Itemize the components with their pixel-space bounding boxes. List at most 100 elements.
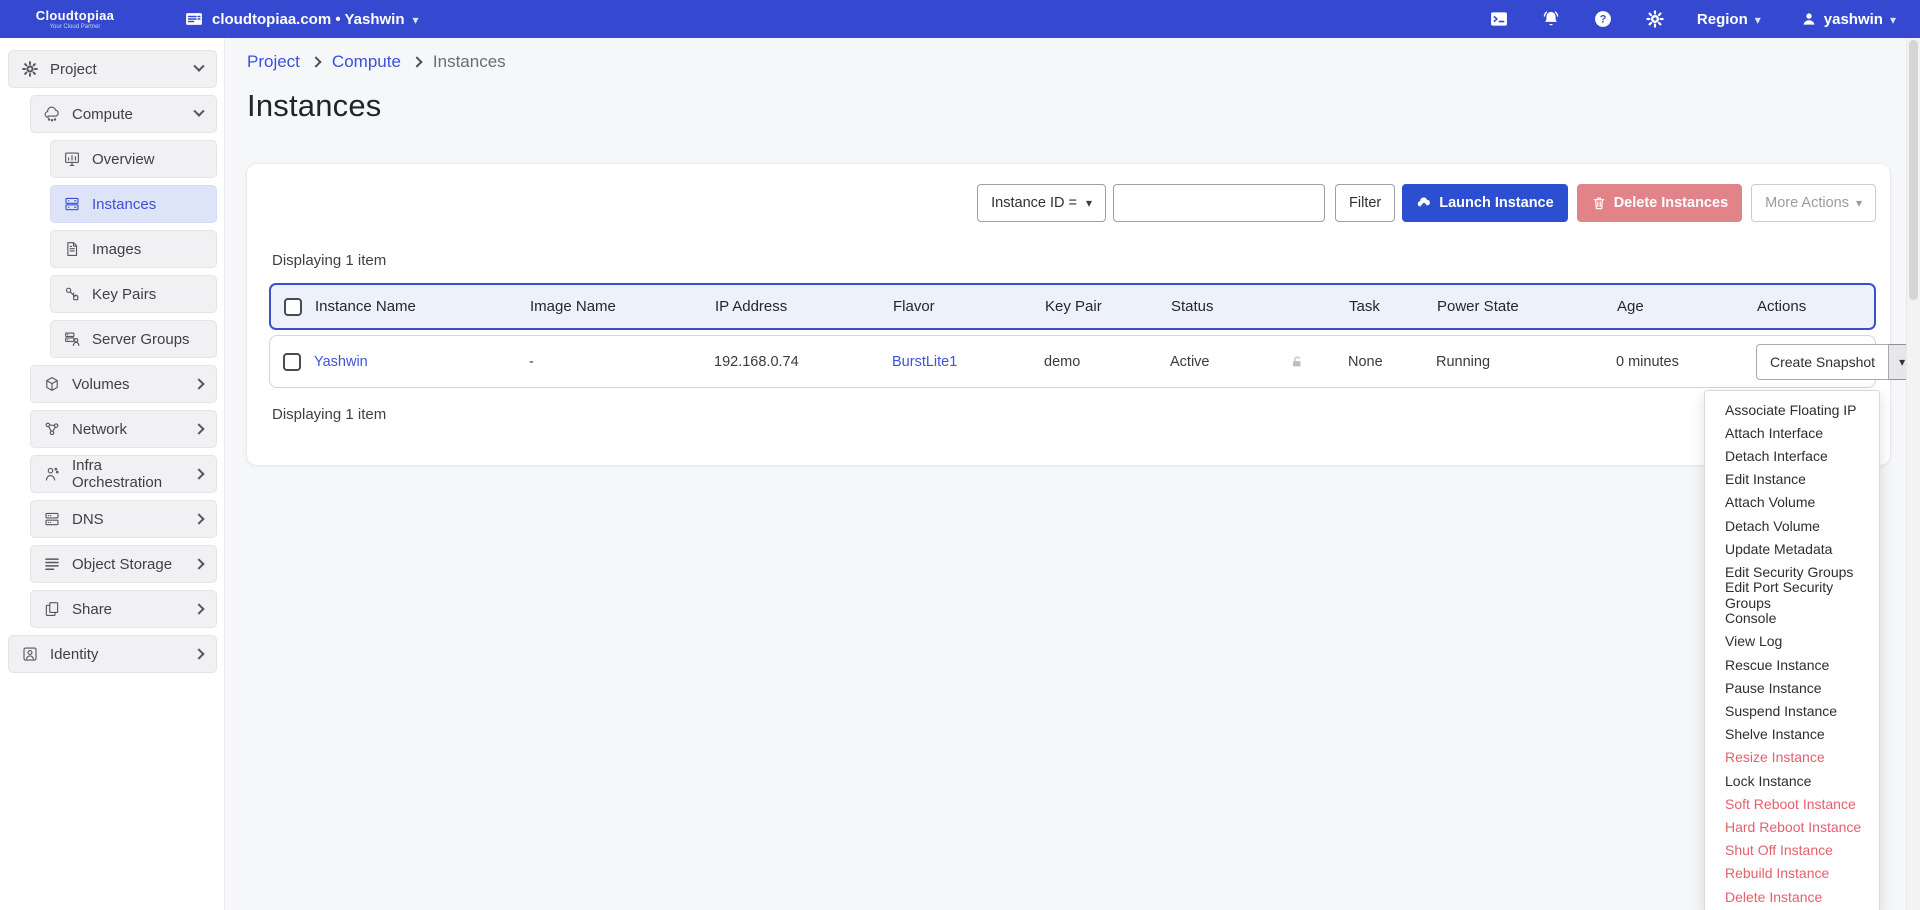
breadcrumb-link-compute[interactable]: Compute: [332, 52, 401, 72]
svg-text:?: ?: [1600, 14, 1607, 26]
action-menu-item[interactable]: Detach Volume: [1705, 514, 1879, 537]
column-header[interactable]: Key Pair: [1045, 298, 1171, 315]
sidebar-item[interactable]: Object Storage: [30, 545, 217, 583]
sidebar-item[interactable]: Volumes: [30, 365, 217, 403]
sidebar-item-label: Compute: [72, 106, 133, 123]
action-menu-item[interactable]: Shut Off Instance: [1705, 839, 1879, 862]
select-all-checkbox[interactable]: [284, 298, 302, 316]
more-actions-label: More Actions: [1765, 195, 1849, 211]
sidebar-item[interactable]: Server Groups: [50, 320, 217, 358]
sidebar-item[interactable]: Images: [50, 230, 217, 268]
project-context-switcher[interactable]: cloudtopiaa.com • Yashwin: [184, 9, 419, 29]
sidebar-item[interactable]: Overview: [50, 140, 217, 178]
chevron-icon: [193, 423, 204, 434]
breadcrumb-link-project[interactable]: Project: [247, 52, 300, 72]
column-header[interactable]: Actions: [1757, 298, 1915, 315]
sidebar-item-label: Identity: [50, 646, 98, 663]
delete-instances-label: Delete Instances: [1614, 195, 1728, 211]
chevron-icon: [193, 648, 204, 659]
action-menu-item[interactable]: View Log: [1705, 630, 1879, 653]
sidebar-item[interactable]: Network: [30, 410, 217, 448]
brand-logo[interactable]: Cloudtopiaa Your Cloud Partner: [0, 9, 150, 30]
sidebar-item[interactable]: Compute: [30, 95, 217, 133]
filter-field-dropdown[interactable]: Instance ID =: [977, 184, 1106, 222]
action-menu-item[interactable]: Rescue Instance: [1705, 653, 1879, 676]
action-menu-item[interactable]: Detach Interface: [1705, 444, 1879, 467]
sidebar-item-label: Instances: [92, 196, 156, 213]
row-checkbox[interactable]: [283, 353, 301, 371]
help-icon[interactable]: ?: [1593, 9, 1613, 29]
trash-icon: [1591, 195, 1607, 211]
sidebar-item[interactable]: Infra Orchestration: [30, 455, 217, 493]
action-menu-item[interactable]: Suspend Instance: [1705, 699, 1879, 722]
instances-panel: Instance ID = Filter Launch Instance Del…: [247, 164, 1890, 465]
flavor-link[interactable]: BurstLite1: [892, 354, 957, 370]
column-header[interactable]: Age: [1617, 298, 1757, 315]
action-menu-item[interactable]: Edit Port Security Groups: [1705, 584, 1879, 607]
server-group-icon: [63, 330, 81, 348]
share-pages-icon: [43, 600, 61, 618]
sidebar-item-label: Network: [72, 421, 127, 438]
action-menu-item[interactable]: Lock Instance: [1705, 769, 1879, 792]
vertical-scrollbar[interactable]: [1906, 38, 1920, 910]
sidebar-item[interactable]: Project: [8, 50, 217, 88]
delete-instances-button[interactable]: Delete Instances: [1577, 184, 1742, 222]
sidebar-item[interactable]: Identity: [8, 635, 217, 673]
orchestration-person-icon: [43, 465, 61, 483]
action-menu-item[interactable]: Rebuild Instance: [1705, 862, 1879, 885]
image-file-icon: [63, 240, 81, 258]
filter-button-label: Filter: [1349, 195, 1381, 211]
action-menu-item[interactable]: Associate Floating IP: [1705, 398, 1879, 421]
action-menu-item[interactable]: Edit Instance: [1705, 468, 1879, 491]
action-menu-item[interactable]: Attach Interface: [1705, 421, 1879, 444]
column-header[interactable]: Image Name: [530, 298, 715, 315]
sidebar-item-label: Infra Orchestration: [72, 457, 184, 491]
instance-name-link[interactable]: Yashwin: [314, 354, 368, 370]
column-header[interactable]: Power State: [1437, 298, 1617, 315]
cloud-upload-icon: [1416, 195, 1432, 211]
column-header[interactable]: Status: [1171, 298, 1349, 315]
action-menu-item[interactable]: Delete Instance: [1705, 885, 1879, 908]
gear-icon[interactable]: [1645, 9, 1665, 29]
column-header[interactable]: Task: [1349, 298, 1437, 315]
more-actions-button[interactable]: More Actions: [1751, 184, 1876, 222]
launch-instance-button[interactable]: Launch Instance: [1402, 184, 1567, 222]
bell-icon[interactable]: [1541, 9, 1561, 29]
chevron-icon: [193, 106, 204, 117]
sidebar-item-label: Share: [72, 601, 112, 618]
sidebar-item-label: Key Pairs: [92, 286, 156, 303]
action-menu-item[interactable]: Resize Instance: [1705, 746, 1879, 769]
chevron-icon: [193, 61, 204, 72]
action-menu-item[interactable]: Soft Reboot Instance: [1705, 792, 1879, 815]
column-header[interactable]: IP Address: [715, 298, 893, 315]
chevron-icon: [193, 513, 204, 524]
column-header[interactable]: Flavor: [893, 298, 1045, 315]
sidebar-item-label: Overview: [92, 151, 155, 168]
scrollbar-thumb[interactable]: [1909, 40, 1918, 300]
sidebar-item[interactable]: Key Pairs: [50, 275, 217, 313]
create-snapshot-button[interactable]: Create Snapshot: [1756, 344, 1889, 380]
cell-actions: Create Snapshot: [1756, 344, 1914, 380]
identity-card-icon: [21, 645, 39, 663]
sidebar-item[interactable]: Share: [30, 590, 217, 628]
key-pair-icon: [63, 285, 81, 303]
user-menu[interactable]: yashwin: [1801, 11, 1896, 28]
region-dropdown[interactable]: Region: [1697, 11, 1761, 28]
action-menu-item[interactable]: Hard Reboot Instance: [1705, 815, 1879, 838]
main-content: Project Compute Instances Instances Inst…: [225, 38, 1906, 910]
cell-key-pair: demo: [1044, 354, 1170, 370]
action-menu-item[interactable]: Attach Volume: [1705, 491, 1879, 514]
sidebar-item[interactable]: DNS: [30, 500, 217, 538]
search-input[interactable]: [1113, 184, 1325, 222]
sidebar-item[interactable]: Instances: [50, 185, 217, 223]
action-menu-item[interactable]: Pause Instance: [1705, 676, 1879, 699]
action-menu-item[interactable]: Shelve Instance: [1705, 723, 1879, 746]
caret-down-icon: [1856, 195, 1862, 211]
console-icon[interactable]: [1489, 9, 1509, 29]
cell-flavor: BurstLite1: [892, 354, 1044, 370]
chevron-icon: [193, 468, 204, 479]
server-icon: [63, 195, 81, 213]
filter-button[interactable]: Filter: [1335, 184, 1395, 222]
action-menu-item[interactable]: Update Metadata: [1705, 537, 1879, 560]
column-header[interactable]: Instance Name: [315, 298, 530, 315]
